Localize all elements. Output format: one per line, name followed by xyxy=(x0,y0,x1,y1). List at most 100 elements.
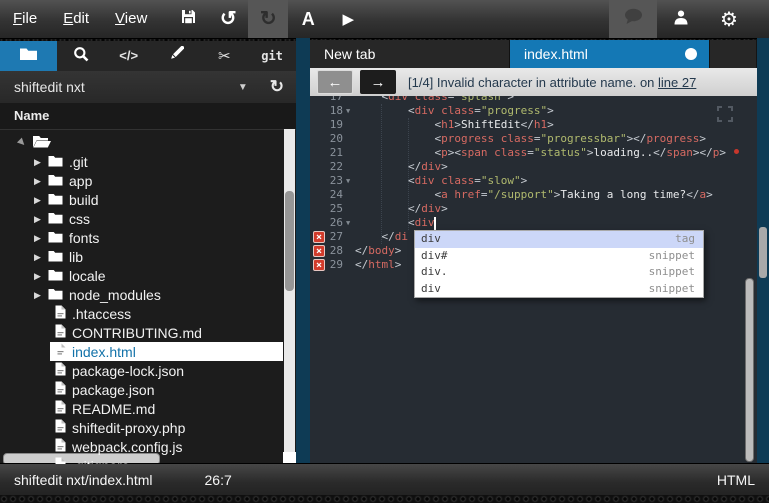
autocomplete-item[interactable]: divsnippet xyxy=(415,281,703,298)
code-line-19[interactable]: 19 <h1>ShiftEdit</h1> xyxy=(310,118,757,132)
status-bar: shiftedit nxt/index.html 26:7 HTML xyxy=(0,463,769,495)
refresh-icon[interactable]: ↻ xyxy=(258,77,296,97)
previous-error-button[interactable]: ← xyxy=(317,70,353,94)
code-editor[interactable]: 17 <div class="splash">18▼ <div class="p… xyxy=(310,96,757,463)
code-line-25[interactable]: 25 </div> xyxy=(310,202,757,216)
fold-caret-icon[interactable]: ▼ xyxy=(346,216,350,230)
sidebar-tab-code[interactable]: </> xyxy=(105,41,153,71)
tab-label: New tab xyxy=(324,46,375,62)
next-error-button[interactable]: → xyxy=(360,70,396,94)
scrollbar-thumb[interactable] xyxy=(759,227,767,278)
fold-caret-icon[interactable]: ▼ xyxy=(346,104,350,118)
code-line-26[interactable]: 26▼ <div xyxy=(310,216,757,230)
menu-view[interactable]: View xyxy=(102,0,160,38)
code-line-22[interactable]: 22 </div> xyxy=(310,160,757,174)
sidebar-tab-edit[interactable] xyxy=(153,41,201,71)
menu-edit[interactable]: Edit xyxy=(50,0,102,38)
toolbar-right-buttons: ⚙ xyxy=(609,0,769,38)
right-scroll-strip[interactable] xyxy=(757,38,769,463)
sidebar-tab-search[interactable] xyxy=(57,41,105,71)
scrollbar-thumb[interactable] xyxy=(285,191,294,291)
tree-item-CONTRIBUTING.md[interactable]: CONTRIBUTING.md xyxy=(0,323,296,342)
code-line-23[interactable]: 23▼ <div class="slow"> xyxy=(310,174,757,188)
project-selector[interactable]: shiftedit nxt ▼ ↻ xyxy=(0,71,296,103)
line-number: 22 xyxy=(310,160,343,174)
code-line-text: </div> xyxy=(355,202,448,216)
panel-splitter[interactable] xyxy=(296,38,310,463)
font-button[interactable]: A xyxy=(288,0,328,38)
tree-open-caret-icon[interactable]: ▶ xyxy=(13,133,34,154)
code-line-text: <a href="/support">Taking a long time?</… xyxy=(355,188,713,202)
tree-closed-caret-icon[interactable]: ▶ xyxy=(34,153,48,172)
tab-new-tab[interactable]: New tab xyxy=(310,40,510,68)
tree-closed-caret-icon[interactable]: ▶ xyxy=(34,248,48,267)
run-button[interactable]: ▶ xyxy=(328,0,368,38)
undo-button[interactable]: ↺ xyxy=(208,0,248,38)
code-line-text: <p><span class="status">loading..</span>… xyxy=(355,146,726,160)
git-icon: git xyxy=(261,47,283,65)
font-icon: A xyxy=(302,9,315,30)
code-line-20[interactable]: 20 <progress class="progressbar"></progr… xyxy=(310,132,757,146)
tree-item-node_modules[interactable]: ▶node_modules xyxy=(0,285,296,304)
autocomplete-item[interactable]: divtag xyxy=(415,231,703,248)
error-line-link[interactable]: line 27 xyxy=(658,75,696,90)
code-line-18[interactable]: 18▼ <div class="progress"> xyxy=(310,104,757,118)
left-panel: </>✂git shiftedit nxt ▼ ↻ Name ▶▶.git▶ap… xyxy=(0,41,296,463)
tree-item-package-lock.json[interactable]: package-lock.json xyxy=(0,361,296,380)
tree-item-.htaccess[interactable]: .htaccess xyxy=(0,304,296,323)
pencil-icon xyxy=(169,46,184,66)
project-name[interactable]: shiftedit nxt xyxy=(0,79,228,95)
tree-vertical-scrollbar[interactable] xyxy=(284,129,295,464)
tree-closed-caret-icon[interactable]: ▶ xyxy=(34,267,48,286)
code-line-text: </body> xyxy=(355,244,401,258)
line-number: 25 xyxy=(310,202,343,216)
code-line-text: </div> xyxy=(355,160,448,174)
tree-closed-caret-icon[interactable]: ▶ xyxy=(34,191,48,210)
tree-closed-caret-icon[interactable]: ▶ xyxy=(34,172,48,191)
editor-scrollbar-thumb[interactable] xyxy=(745,278,754,462)
folder-icon xyxy=(48,191,63,210)
sidebar-tab-snippets[interactable]: ✂ xyxy=(200,41,248,71)
account-button[interactable] xyxy=(657,0,705,38)
sidebar-tabs: </> ✂ git xyxy=(0,41,296,71)
tree-root-row[interactable]: ▶ xyxy=(0,133,296,152)
tree-item-app[interactable]: ▶app xyxy=(0,171,296,190)
tree-item-css[interactable]: ▶css xyxy=(0,209,296,228)
tree-closed-caret-icon[interactable]: ▶ xyxy=(34,229,48,248)
save-button[interactable] xyxy=(168,0,208,38)
code-line-21[interactable]: 21 <p><span class="status">loading..</sp… xyxy=(310,146,757,160)
toolbar-buttons: ↺↻ A ▶ xyxy=(168,0,368,38)
folder-icon xyxy=(48,248,63,267)
sidebar-tab-files[interactable] xyxy=(0,41,57,71)
tree-closed-caret-icon[interactable]: ▶ xyxy=(34,286,48,305)
tab-index-html[interactable]: index.html xyxy=(510,40,710,68)
tree-item-build[interactable]: ▶build xyxy=(0,190,296,209)
tree-item-fonts[interactable]: ▶fonts xyxy=(0,228,296,247)
code-line-24[interactable]: 24 <a href="/support">Taking a long time… xyxy=(310,188,757,202)
search-icon xyxy=(73,46,89,67)
autocomplete-item[interactable]: div.snippet xyxy=(415,264,703,281)
tree-item-shiftedit-proxy.php[interactable]: shiftedit-proxy.php xyxy=(0,418,296,437)
tree-item-locale[interactable]: ▶locale xyxy=(0,266,296,285)
autocomplete-item[interactable]: div#snippet xyxy=(415,248,703,265)
redo-button[interactable]: ↻ xyxy=(248,0,288,38)
status-language-mode[interactable]: HTML xyxy=(717,472,769,488)
tree-item-.git[interactable]: ▶.git xyxy=(0,152,296,171)
chat-button[interactable] xyxy=(609,0,657,38)
tree-item-lib[interactable]: ▶lib xyxy=(0,247,296,266)
file-icon xyxy=(55,324,66,343)
sidebar-tab-git[interactable]: git xyxy=(248,41,296,71)
tree-item-index.html[interactable]: index.html xyxy=(0,342,296,361)
run-icon: ▶ xyxy=(343,10,355,29)
tree-item-package.json[interactable]: package.json xyxy=(0,380,296,399)
settings-button[interactable]: ⚙ xyxy=(705,0,753,38)
file-icon xyxy=(55,381,66,400)
tree-item-README.md[interactable]: README.md xyxy=(0,399,296,418)
file-icon xyxy=(55,305,66,324)
code-line-17[interactable]: 17 <div class="splash"> xyxy=(310,96,757,104)
menu-file[interactable]: File xyxy=(0,0,50,38)
tree-closed-caret-icon[interactable]: ▶ xyxy=(34,210,48,229)
fold-caret-icon[interactable]: ▼ xyxy=(346,174,350,188)
menu-bar: FileEditView xyxy=(0,0,160,38)
chevron-down-icon[interactable]: ▼ xyxy=(228,82,258,93)
